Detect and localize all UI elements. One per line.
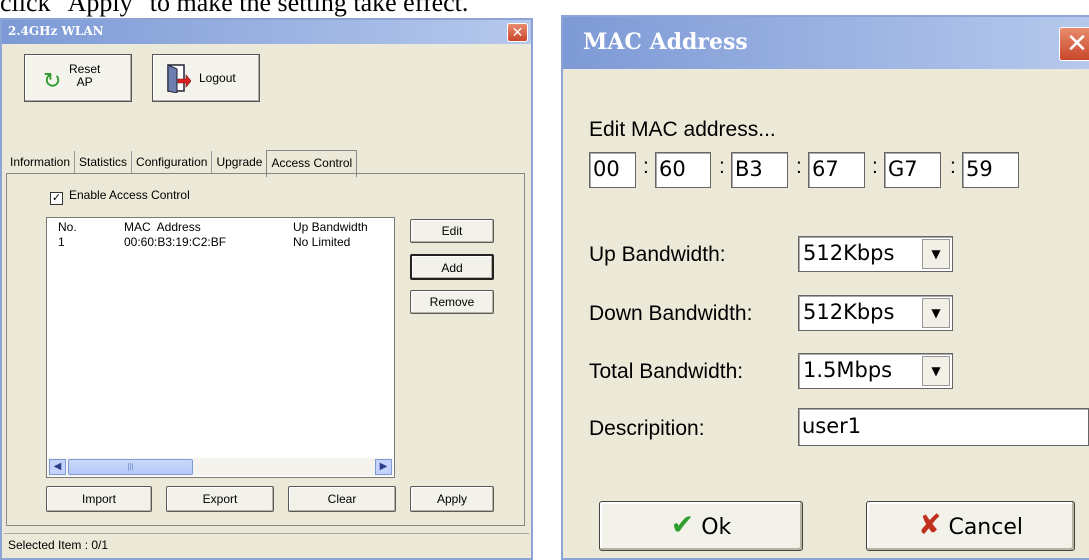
checkmark-icon: ✔ xyxy=(670,508,695,541)
cancel-button[interactable]: ✘ Cancel xyxy=(866,501,1075,551)
mac-octet-5[interactable]: G7 xyxy=(884,152,941,188)
horizontal-scrollbar[interactable]: ◀ ||| ▶ xyxy=(48,458,393,476)
total-bandwidth-value: 1.5Mbps xyxy=(803,358,893,382)
scroll-right-icon[interactable]: ▶ xyxy=(375,459,392,475)
reset-ap-button[interactable]: ↻ Reset AP xyxy=(24,54,132,102)
add-button[interactable]: Add xyxy=(410,254,494,280)
close-button[interactable]: ✕ xyxy=(507,23,528,42)
mac-octet-1[interactable]: 00 xyxy=(589,152,636,188)
description-label: Descripition: xyxy=(589,417,705,440)
cell-no: 1 xyxy=(58,235,65,249)
mac-address-dialog: MAC Address ✕ xyxy=(561,15,1089,560)
status-bar: Selected Item : 0/1 xyxy=(4,533,529,556)
column-header-mac[interactable]: MAC Address xyxy=(124,220,201,234)
dialog-title: MAC Address xyxy=(583,29,748,55)
chevron-down-icon[interactable]: ▼ xyxy=(922,239,950,269)
mac-octet-3[interactable]: B3 xyxy=(731,152,788,188)
down-bandwidth-label: Down Bandwidth: xyxy=(589,302,753,325)
scroll-thumb[interactable]: ||| xyxy=(68,459,193,475)
scroll-left-icon[interactable]: ◀ xyxy=(49,459,66,475)
enable-access-control-checkbox[interactable]: ✓ Enable Access Control xyxy=(50,188,190,205)
tab-information[interactable]: Information xyxy=(6,151,76,173)
mac-octet-2[interactable]: 60 xyxy=(655,152,711,188)
mac-separator: : xyxy=(643,155,649,178)
down-bandwidth-value: 512Kbps xyxy=(803,300,895,324)
instruction-caption: click "Apply" to make the setting take e… xyxy=(0,0,469,17)
tab-statistics[interactable]: Statistics xyxy=(75,151,133,173)
mac-octet-6[interactable]: 59 xyxy=(962,152,1019,188)
checkmark-icon: ✓ xyxy=(50,192,63,205)
import-button[interactable]: Import xyxy=(46,486,152,512)
mac-separator: : xyxy=(950,155,956,178)
mac-separator: : xyxy=(719,155,725,178)
cancel-x-icon: ✘ xyxy=(918,508,942,541)
cell-mac: 00:60:B3:19:C2:BF xyxy=(124,235,227,249)
description-input[interactable]: user1 xyxy=(798,408,1089,446)
ok-button[interactable]: ✔ Ok xyxy=(599,501,803,551)
export-button[interactable]: Export xyxy=(166,486,274,512)
reset-label-line2: AP xyxy=(76,75,93,89)
edit-mac-label: Edit MAC address... xyxy=(589,118,776,141)
cancel-label: Cancel xyxy=(948,515,1023,540)
refresh-icon: ↻ xyxy=(43,68,62,93)
mac-separator: : xyxy=(872,155,878,178)
column-header-no[interactable]: No. xyxy=(58,220,77,234)
clear-button[interactable]: Clear xyxy=(288,486,396,512)
total-bandwidth-label: Total Bandwidth: xyxy=(589,360,744,383)
title-bar: MAC Address ✕ xyxy=(563,17,1089,69)
tab-configuration[interactable]: Configuration xyxy=(132,151,213,173)
column-header-up-bandwidth[interactable]: Up Bandwidth xyxy=(293,220,368,234)
mac-list[interactable]: No. MAC Address Up Bandwidth 1 00:60:B3:… xyxy=(46,217,395,478)
door-exit-icon xyxy=(167,64,191,93)
up-bandwidth-label: Up Bandwidth: xyxy=(589,243,726,266)
apply-button[interactable]: Apply xyxy=(410,486,494,512)
logout-button[interactable]: Logout xyxy=(152,54,260,102)
down-bandwidth-select[interactable]: 512Kbps ▼ xyxy=(798,295,953,331)
edit-button[interactable]: Edit xyxy=(410,219,494,243)
title-bar: 2.4GHz WLAN ✕ xyxy=(2,20,531,44)
enable-access-control-label: Enable Access Control xyxy=(69,188,190,202)
close-button[interactable]: ✕ xyxy=(1059,27,1089,61)
chevron-down-icon[interactable]: ▼ xyxy=(922,356,950,386)
reset-label-line1: Reset xyxy=(69,62,101,76)
close-icon: ✕ xyxy=(1066,28,1088,58)
wlan-window: 2.4GHz WLAN ✕ ↻ Reset AP Logout Informat… xyxy=(0,18,533,560)
logout-label: Logout xyxy=(199,71,236,85)
total-bandwidth-select[interactable]: 1.5Mbps ▼ xyxy=(798,353,953,389)
ok-label: Ok xyxy=(701,515,732,540)
mac-separator: : xyxy=(796,155,802,178)
mac-octet-4[interactable]: 67 xyxy=(808,152,865,188)
up-bandwidth-value: 512Kbps xyxy=(803,241,895,265)
close-icon: ✕ xyxy=(511,24,524,40)
cell-up-bandwidth: No Limited xyxy=(293,235,351,249)
window-title: 2.4GHz WLAN xyxy=(8,24,104,38)
up-bandwidth-select[interactable]: 512Kbps ▼ xyxy=(798,236,953,272)
remove-button[interactable]: Remove xyxy=(410,290,494,314)
tab-strip: Information Statistics Configuration Upgrad… xyxy=(6,147,358,177)
tab-upgrade[interactable]: Upgrade xyxy=(212,151,266,173)
chevron-down-icon[interactable]: ▼ xyxy=(922,298,950,328)
